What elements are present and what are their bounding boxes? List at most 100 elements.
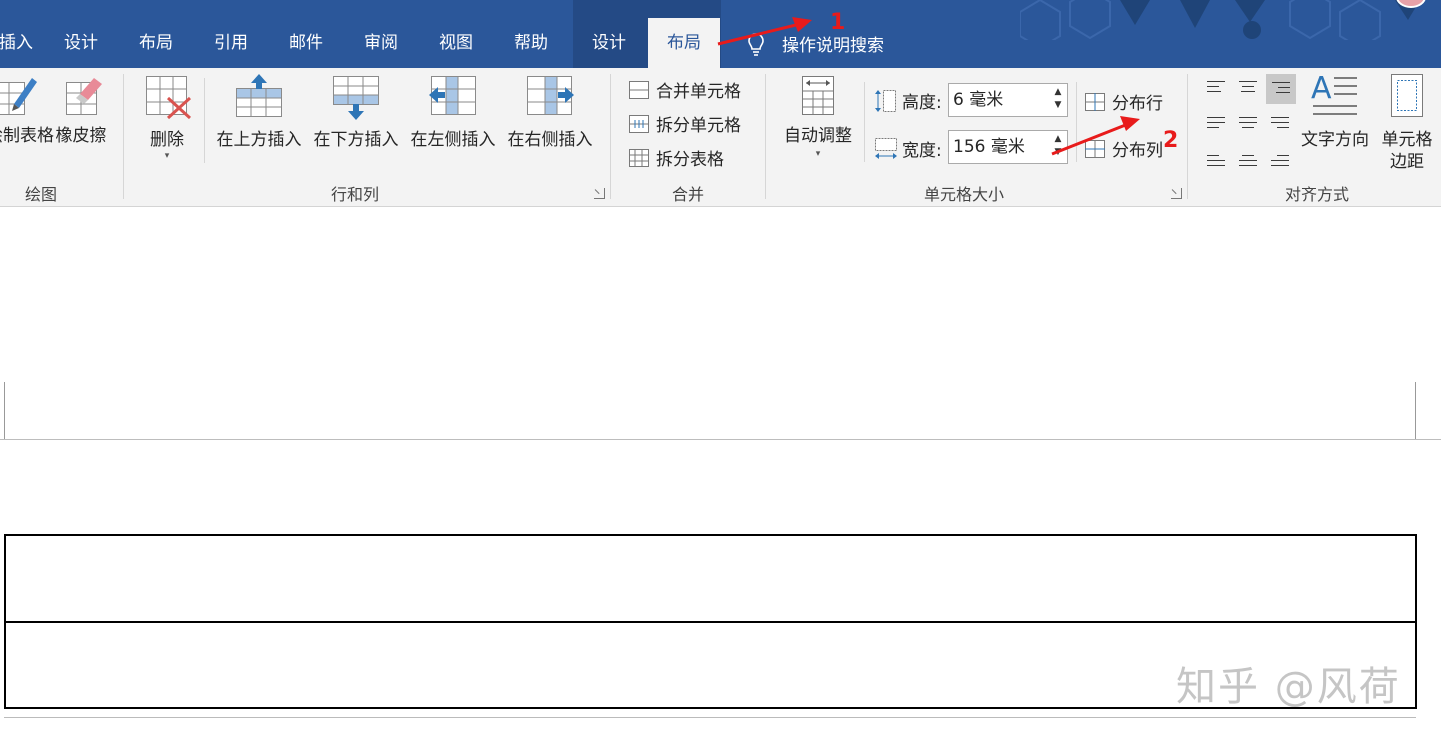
draw-table-icon [0, 78, 37, 115]
draw-table-button[interactable]: 绘制表格 [0, 74, 54, 147]
eraser-icon [66, 78, 102, 115]
delete-label: 删除 [150, 130, 184, 150]
lightbulb-icon [748, 33, 764, 56]
tab-references[interactable]: 引用 [206, 30, 256, 68]
text-direction-label: 文字方向 [1301, 130, 1369, 150]
tab-table-layout[interactable]: 布局 [648, 18, 720, 68]
tab-layout[interactable]: 布局 [131, 30, 181, 68]
insert-left-icon [429, 76, 476, 115]
row-height-icon [875, 89, 896, 112]
tab-help[interactable]: 帮助 [506, 30, 556, 68]
cell-margins-label-line1: 单元格 [1381, 130, 1433, 150]
distribute-rows-icon [1085, 92, 1105, 111]
group-separator [1187, 74, 1188, 199]
cell-margins-label-line2: 边距 [1390, 152, 1424, 172]
tab-table-design[interactable]: 设计 [584, 30, 634, 68]
tab-insert[interactable]: 插入 [0, 30, 38, 68]
item-separator [1076, 82, 1077, 162]
height-label-text: 高度: [902, 93, 942, 113]
eraser-label: 橡皮擦 [55, 126, 107, 146]
column-width-spinner[interactable]: ▲ ▼ [1053, 133, 1063, 161]
delete-table-icon [146, 76, 192, 120]
annotation-number-1: 1 [830, 10, 846, 35]
group-label-merge: 合并 [671, 185, 704, 204]
group-label-cell-size: 单元格大小 [923, 185, 1004, 204]
cell-margins-button[interactable]: 单元格 边距 [1374, 72, 1440, 173]
cell-size-launcher-icon[interactable] [1171, 188, 1182, 199]
rows-columns-launcher-icon[interactable] [594, 188, 605, 199]
width-label: 宽度: [874, 136, 942, 161]
insert-below-button[interactable]: 在下方插入 [309, 74, 403, 151]
merge-cells-button[interactable]: 合并单元格 [628, 77, 741, 102]
split-table-icon [629, 148, 649, 167]
row-height-spinner[interactable]: ▲ ▼ [1053, 86, 1063, 114]
align-middle-left-icon[interactable] [1203, 112, 1229, 134]
merge-cells-icon [629, 80, 649, 99]
tab-view[interactable]: 视图 [431, 30, 481, 68]
group-separator [123, 74, 124, 199]
chevron-down-icon: ▾ [164, 151, 170, 161]
distribute-columns-button[interactable]: 分布列 [1084, 136, 1163, 161]
split-cells-label: 拆分单元格 [656, 116, 741, 136]
table-border-line [0, 439, 1441, 440]
eraser-button[interactable]: 橡皮擦 [52, 74, 110, 147]
ribbon-panel: 绘制表格 橡皮擦 绘图 删除 ▾ [0, 68, 1441, 207]
distribute-rows-label: 分布行 [1112, 94, 1163, 114]
autofit-button[interactable]: 自动调整 ▾ [778, 74, 858, 161]
align-top-left-icon[interactable] [1203, 76, 1229, 98]
insert-above-button[interactable]: 在上方插入 [212, 74, 306, 151]
insert-below-label: 在下方插入 [313, 130, 399, 150]
insert-above-label: 在上方插入 [216, 130, 302, 150]
column-width-icon [875, 137, 897, 159]
distribute-columns-icon [1085, 139, 1105, 158]
tell-me-search[interactable]: 操作说明搜索 [742, 30, 884, 56]
split-cells-button[interactable]: 拆分单元格 [628, 111, 741, 136]
merge-cells-label: 合并单元格 [656, 82, 741, 102]
align-bottom-center-icon[interactable] [1235, 147, 1261, 169]
svg-text:A: A [1311, 72, 1332, 106]
height-label: 高度: [874, 88, 942, 113]
row-height-value: 6 毫米 [953, 90, 1004, 110]
insert-left-button[interactable]: 在左侧插入 [406, 74, 500, 151]
distribute-rows-button[interactable]: 分布行 [1084, 89, 1163, 114]
group-label-alignment: 对齐方式 [1284, 185, 1349, 204]
tab-design[interactable]: 设计 [56, 30, 106, 68]
split-table-label: 拆分表格 [656, 150, 724, 170]
autofit-label: 自动调整 [784, 126, 852, 146]
align-middle-center-icon[interactable] [1235, 112, 1261, 134]
align-middle-right-icon[interactable] [1267, 112, 1293, 134]
tab-review[interactable]: 审阅 [356, 30, 406, 68]
watermark: 知乎 @风荷 [1176, 664, 1401, 710]
insert-right-button[interactable]: 在右侧插入 [503, 74, 597, 151]
insert-right-label: 在右侧插入 [507, 130, 593, 150]
ribbon-tab-bar: 插入 设计 布局 引用 邮件 审阅 视图 帮助 设计 布局 操作说明搜索 [0, 0, 1441, 68]
align-bottom-right-icon[interactable] [1267, 147, 1293, 169]
column-width-value: 156 毫米 [953, 137, 1025, 157]
table-row[interactable] [4, 534, 1417, 623]
insert-left-label: 在左侧插入 [410, 130, 496, 150]
tab-mailings[interactable]: 邮件 [281, 30, 331, 68]
table-underline [4, 717, 1416, 718]
insert-above-icon [236, 74, 282, 117]
distribute-columns-label: 分布列 [1112, 141, 1163, 161]
column-width-input[interactable]: 156 毫米 ▲ ▼ [948, 130, 1068, 164]
table-fragment[interactable] [4, 382, 1416, 440]
row-height-input[interactable]: 6 毫米 ▲ ▼ [948, 83, 1068, 117]
cell-margins-icon [1391, 74, 1423, 117]
group-label-rows-columns: 行和列 [330, 185, 379, 204]
delete-button[interactable]: 删除 ▾ [140, 74, 194, 161]
align-top-center-icon[interactable] [1235, 76, 1261, 98]
text-direction-button[interactable]: A 文字方向 [1298, 71, 1372, 151]
split-cells-icon [629, 114, 649, 133]
title-bar-pattern [1020, 0, 1420, 40]
align-bottom-left-icon[interactable] [1203, 147, 1229, 169]
group-separator [610, 74, 611, 199]
align-top-right-icon[interactable] [1266, 74, 1296, 104]
split-table-button[interactable]: 拆分表格 [628, 145, 724, 170]
item-separator [864, 82, 865, 162]
autofit-icon [802, 76, 834, 115]
insert-right-icon [527, 76, 574, 115]
text-direction-icon: A [1311, 71, 1357, 115]
draw-table-label: 绘制表格 [0, 126, 54, 146]
item-separator [204, 78, 205, 163]
